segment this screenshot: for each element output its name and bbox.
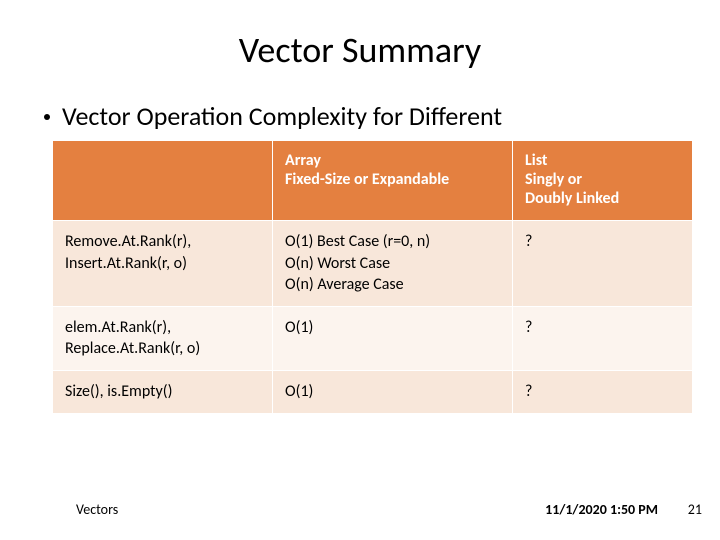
header-list-line3: Doubly Linked <box>525 189 619 208</box>
table-row: Size(), is.Empty() O(1) ? <box>53 370 693 413</box>
table-row: elem.At.Rank(r), Replace.At.Rank(r, o) O… <box>53 306 693 370</box>
op-line: Remove.At.Rank(r), <box>65 232 191 251</box>
bullet-line: Vector Operation Complexity for Differen… <box>44 100 680 132</box>
cell-array: O(1) <box>273 306 513 370</box>
bullet-dot-icon <box>44 114 50 120</box>
cell-list: ? <box>513 306 693 370</box>
bullet-text: Vector Operation Complexity for Differen… <box>62 100 502 132</box>
footer-topic: Vectors <box>76 501 118 518</box>
header-array-line1: Array <box>285 151 321 170</box>
page-number: 21 <box>688 501 702 518</box>
header-list: List Singly or Doubly Linked <box>513 141 693 221</box>
cell-operation: Size(), is.Empty() <box>53 370 273 413</box>
op-line: elem.At.Rank(r), <box>65 318 171 337</box>
cell-array: O(1) Best Case (r=0, n) O(n) Worst Case … <box>273 221 513 307</box>
header-array: Array Fixed-Size or Expandable <box>273 141 513 221</box>
header-blank <box>53 141 273 221</box>
cell-list: ? <box>513 221 693 307</box>
footer-timestamp: 11/1/2020 1:50 PM <box>545 501 658 518</box>
slide-title: Vector Summary <box>40 28 680 72</box>
table-row: Remove.At.Rank(r), Insert.At.Rank(r, o) … <box>53 221 693 307</box>
cell-array: O(1) <box>273 370 513 413</box>
header-array-line2: Fixed-Size or Expandable <box>285 170 449 189</box>
header-list-line2: Singly or <box>525 170 582 189</box>
op-line: Insert.At.Rank(r, o) <box>65 254 187 273</box>
cell-operation: Remove.At.Rank(r), Insert.At.Rank(r, o) <box>53 221 273 307</box>
arr-line: O(1) Best Case (r=0, n) <box>285 232 430 251</box>
header-list-line1: List <box>525 151 547 170</box>
cell-operation: elem.At.Rank(r), Replace.At.Rank(r, o) <box>53 306 273 370</box>
arr-line: O(n) Worst Case <box>285 254 390 273</box>
table-header-row: Array Fixed-Size or Expandable List Sing… <box>53 141 693 221</box>
slide: Vector Summary Vector Operation Complexi… <box>0 0 720 540</box>
complexity-table: Array Fixed-Size or Expandable List Sing… <box>52 140 693 414</box>
op-line: Replace.At.Rank(r, o) <box>65 339 200 358</box>
arr-line: O(n) Average Case <box>285 275 404 294</box>
cell-list: ? <box>513 370 693 413</box>
